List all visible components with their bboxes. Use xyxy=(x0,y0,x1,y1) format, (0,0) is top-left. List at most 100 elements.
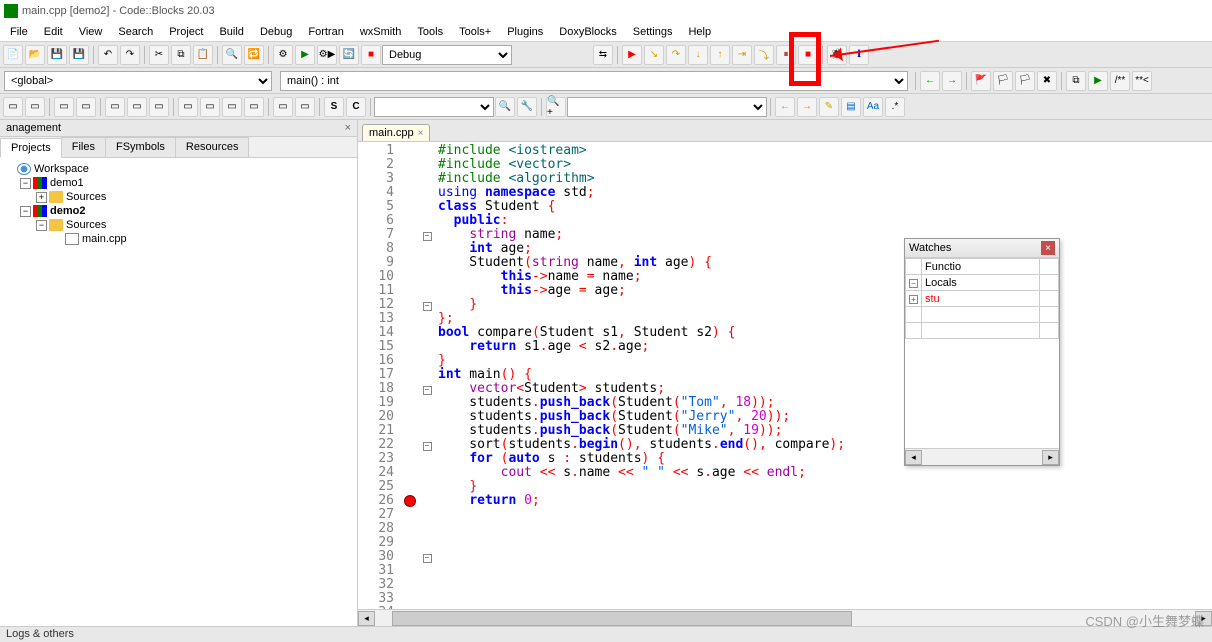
menu-search[interactable]: Search xyxy=(110,24,161,40)
match-case-icon[interactable]: Aa xyxy=(863,97,883,117)
fold-gutter[interactable]: −−−−− xyxy=(420,142,434,609)
doxy-line-comment-icon[interactable]: **< xyxy=(1132,71,1152,91)
mgmt-tab-projects[interactable]: Projects xyxy=(0,138,62,158)
function-combo[interactable]: main() : int xyxy=(280,71,908,91)
scroll-right-icon[interactable]: ▸ xyxy=(1042,450,1059,465)
goto-prev-icon[interactable]: ← xyxy=(775,97,795,117)
new-file-icon[interactable]: 📄 xyxy=(3,45,23,65)
tree-project-demo1[interactable]: −demo1 xyxy=(4,176,353,190)
scroll-left-icon[interactable]: ◂ xyxy=(358,611,375,626)
expander-icon[interactable]: + xyxy=(36,192,47,203)
debug-start-icon[interactable]: ▶ xyxy=(622,45,642,65)
menu-plugins[interactable]: Plugins xyxy=(499,24,551,40)
debug-windows-icon[interactable]: 🐞 xyxy=(827,45,847,65)
expander-icon[interactable]: − xyxy=(20,178,31,189)
undo-icon[interactable]: ↶ xyxy=(98,45,118,65)
search-icon[interactable]: 🔍 xyxy=(495,97,515,117)
mgmt-tab-resources[interactable]: Resources xyxy=(175,137,250,157)
watches-row[interactable]: −Locals xyxy=(906,275,1059,291)
goto-next-icon[interactable]: → xyxy=(797,97,817,117)
watches-row[interactable]: Functio xyxy=(906,259,1059,275)
rect1-icon[interactable]: ▭ xyxy=(3,97,23,117)
search-combo-1[interactable] xyxy=(374,97,494,117)
menu-debug[interactable]: Debug xyxy=(252,24,300,40)
tree-folder-sources-1[interactable]: +Sources xyxy=(4,190,353,204)
mgmt-tab-files[interactable]: Files xyxy=(61,137,106,157)
search-combo-2[interactable] xyxy=(567,97,767,117)
bookmark-prev-icon[interactable]: 🏳 xyxy=(993,71,1013,91)
selected-text-icon[interactable]: ▤ xyxy=(841,97,861,117)
expander-icon[interactable]: − xyxy=(36,220,47,231)
stop-build-icon[interactable]: ■ xyxy=(361,45,381,65)
watches-titlebar[interactable]: Watches × xyxy=(905,239,1059,258)
menu-help[interactable]: Help xyxy=(680,24,719,40)
rect9-icon[interactable]: ▭ xyxy=(200,97,220,117)
new-search-icon[interactable]: 🔍+ xyxy=(546,97,566,117)
rebuild-icon[interactable]: 🔄 xyxy=(339,45,359,65)
project-tree[interactable]: Workspace −demo1 +Sources −demo2 −Source… xyxy=(0,158,357,626)
nav-back-icon[interactable]: ← xyxy=(920,71,940,91)
rect13-icon[interactable]: ▭ xyxy=(295,97,315,117)
menu-tools[interactable]: Tools+ xyxy=(451,24,499,40)
tree-workspace[interactable]: Workspace xyxy=(4,162,353,176)
regex-icon[interactable]: .* xyxy=(885,97,905,117)
various-info-icon[interactable]: ℹ xyxy=(849,45,869,65)
rect10-icon[interactable]: ▭ xyxy=(222,97,242,117)
menu-view[interactable]: View xyxy=(71,24,111,40)
tree-project-demo2[interactable]: −demo2 xyxy=(4,204,353,218)
redo-icon[interactable]: ↷ xyxy=(120,45,140,65)
open-icon[interactable]: 📂 xyxy=(25,45,45,65)
mgmt-tab-fsymbols[interactable]: FSymbols xyxy=(105,137,176,157)
management-close-icon[interactable]: × xyxy=(345,122,351,134)
breakpoint-icon[interactable] xyxy=(404,495,416,507)
watches-grid[interactable]: Functio−Locals+stu xyxy=(905,258,1059,448)
tree-folder-sources-2[interactable]: −Sources xyxy=(4,218,353,232)
watches-row[interactable]: +stu xyxy=(906,291,1059,307)
copy-icon[interactable]: ⧉ xyxy=(171,45,191,65)
editor-hscrollbar[interactable]: ◂ ▸ xyxy=(358,609,1212,626)
code-editor[interactable]: 1234567891011121314151617181920212223242… xyxy=(358,142,1212,609)
rect11-icon[interactable]: ▭ xyxy=(244,97,264,117)
save-icon[interactable]: 💾 xyxy=(47,45,67,65)
doxy-extract-icon[interactable]: ▶ xyxy=(1088,71,1108,91)
build-icon[interactable]: ⚙ xyxy=(273,45,293,65)
rect12-icon[interactable]: ▭ xyxy=(273,97,293,117)
menu-wxsmith[interactable]: wxSmith xyxy=(352,24,410,40)
highlight-icon[interactable]: ✎ xyxy=(819,97,839,117)
nav-forward-icon[interactable]: → xyxy=(942,71,962,91)
fold-marker-icon[interactable]: − xyxy=(423,232,432,241)
cut-icon[interactable]: ✂ xyxy=(149,45,169,65)
rect4-icon[interactable]: ▭ xyxy=(76,97,96,117)
fold-marker-icon[interactable]: − xyxy=(423,386,432,395)
menu-edit[interactable]: Edit xyxy=(36,24,71,40)
watches-close-icon[interactable]: × xyxy=(1041,241,1055,255)
replace-icon[interactable]: 🔁 xyxy=(244,45,264,65)
find-icon[interactable]: 🔍 xyxy=(222,45,242,65)
menu-project[interactable]: Project xyxy=(161,24,211,40)
c-icon[interactable]: C xyxy=(346,97,366,117)
fold-marker-icon[interactable]: − xyxy=(423,554,432,563)
menu-file[interactable]: File xyxy=(2,24,36,40)
menu-fortran[interactable]: Fortran xyxy=(300,24,351,40)
menu-build[interactable]: Build xyxy=(211,24,251,40)
rect5-icon[interactable]: ▭ xyxy=(105,97,125,117)
build-run-icon[interactable]: ⚙▶ xyxy=(317,45,337,65)
rect6-icon[interactable]: ▭ xyxy=(127,97,147,117)
tree-file-maincpp[interactable]: main.cpp xyxy=(4,232,353,246)
watches-hscrollbar[interactable]: ◂ ▸ xyxy=(905,448,1059,465)
fold-marker-icon[interactable]: − xyxy=(423,302,432,311)
search-options-icon[interactable]: 🔧 xyxy=(517,97,537,117)
editor-tab-maincpp[interactable]: main.cpp × xyxy=(362,124,430,141)
s-icon[interactable]: S xyxy=(324,97,344,117)
run-icon[interactable]: ▶ xyxy=(295,45,315,65)
scope-combo[interactable]: <global> xyxy=(4,71,272,91)
step-into-instruction-icon[interactable]: ⤵ xyxy=(754,45,774,65)
marker-gutter[interactable] xyxy=(402,142,420,609)
save-all-icon[interactable]: 💾 xyxy=(69,45,89,65)
stop-debug-icon[interactable]: ■ xyxy=(798,45,818,65)
watches-row[interactable] xyxy=(906,323,1059,339)
expander-icon[interactable]: − xyxy=(20,206,31,217)
watches-row[interactable] xyxy=(906,307,1059,323)
code-content[interactable]: #include <iostream>#include <vector>#inc… xyxy=(434,142,1212,609)
rect7-icon[interactable]: ▭ xyxy=(149,97,169,117)
